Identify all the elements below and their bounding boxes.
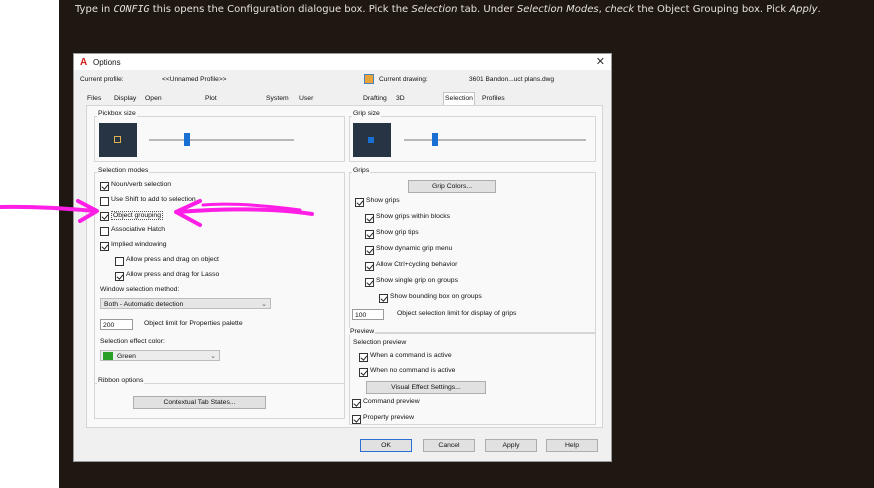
left-arrow-annotation <box>0 204 97 213</box>
hand-drawn-arrows <box>0 199 314 227</box>
